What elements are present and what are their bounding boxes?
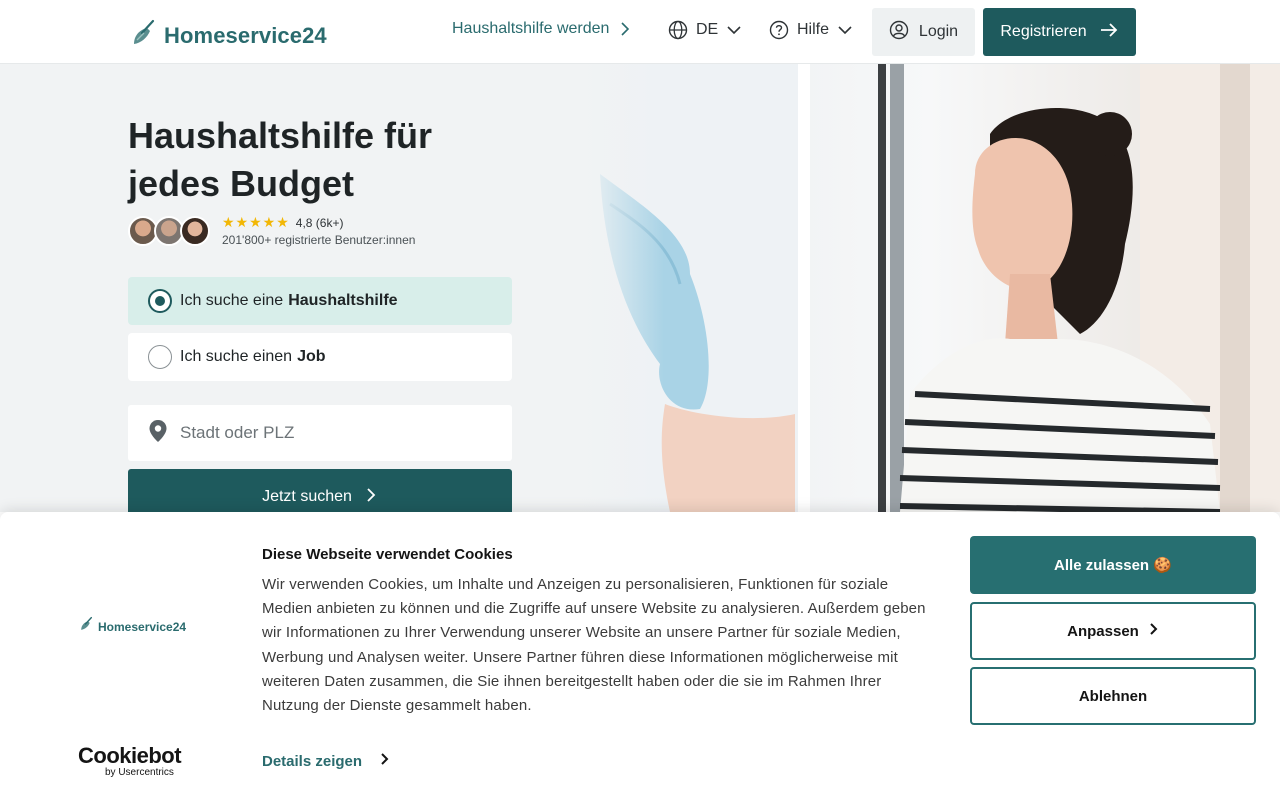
hero-title-line-2: jedes Budget xyxy=(128,163,355,204)
decline-label: Ablehnen xyxy=(1078,687,1148,705)
cookie-details-label: Details zeigen xyxy=(262,752,363,770)
rating-info: ★★★★★ 4,8 (6k+) 201'800+ registrierte Be… xyxy=(222,214,415,247)
cookie-details-link[interactable]: Details zeigen xyxy=(262,752,390,770)
hero-photo-woman-cleaning-window xyxy=(580,64,1280,512)
cookie-banner-text: Wir verwenden Cookies, um Inhalte und An… xyxy=(262,576,926,715)
choice-helper-bold: Haushaltshilfe xyxy=(288,292,398,309)
register-button[interactable]: Registrieren xyxy=(983,8,1136,56)
help-label: Hilfe xyxy=(797,21,830,38)
cookiebot-name: Cookiebot xyxy=(78,743,182,768)
user-avatars xyxy=(128,215,210,246)
search-button[interactable]: Jetzt suchen xyxy=(128,469,512,512)
avatar xyxy=(180,215,210,246)
nav-become-helper-label: Haushaltshilfe werden xyxy=(452,20,610,37)
registered-users-count: 201'800+ registrierte Benutzer:innen xyxy=(222,233,416,247)
user-circle-icon xyxy=(889,20,909,45)
chevron-right-icon xyxy=(364,487,378,508)
site-header: Homeservice24 Haushaltshilfe werden DE H… xyxy=(0,0,1280,64)
choice-job-prefix: Ich suche einen xyxy=(180,348,293,365)
help-menu[interactable]: Hilfe xyxy=(769,20,853,40)
choice-helper-prefix: Ich suche eine xyxy=(180,292,284,309)
hero-title-line-1: Haushaltshilfe für xyxy=(128,115,433,156)
customize-label: Anpassen xyxy=(1067,622,1139,640)
cookiebot-sub: by Usercentrics xyxy=(105,767,174,778)
broom-leaf-icon xyxy=(78,616,94,637)
nav-become-helper[interactable]: Haushaltshilfe werden xyxy=(452,20,633,38)
chevron-right-icon xyxy=(617,21,633,37)
cookie-banner-logo-text: Homeservice24 xyxy=(98,619,187,634)
cookie-banner-title: Diese Webseite verwendet Cookies xyxy=(262,546,513,563)
chevron-down-icon xyxy=(726,22,742,38)
brand-logo[interactable]: Homeservice24 xyxy=(128,18,327,53)
language-label: DE xyxy=(696,21,719,38)
broom-leaf-icon xyxy=(128,18,158,53)
choice-looking-for-helper[interactable]: Ich suche eine Haushaltshilfe xyxy=(128,277,512,325)
allow-all-label: Alle zulassen 🍪 xyxy=(1054,557,1172,574)
globe-icon xyxy=(668,20,688,40)
rating-summary: ★★★★★ 4,8 (6k+) 201'800+ registrierte Be… xyxy=(128,214,415,247)
cookiebot-logo[interactable]: Cookiebot by Usercentrics xyxy=(78,743,182,778)
chevron-down-icon xyxy=(837,22,853,38)
language-selector[interactable]: DE xyxy=(668,20,742,40)
radio-unselected[interactable] xyxy=(148,345,172,369)
arrow-right-icon xyxy=(1099,20,1119,45)
allow-all-cookies-button[interactable]: Alle zulassen 🍪 xyxy=(970,536,1256,594)
chevron-right-icon xyxy=(1149,622,1159,640)
decline-cookies-button[interactable]: Ablehnen xyxy=(970,667,1256,725)
location-field[interactable] xyxy=(128,405,512,461)
cookie-banner-brand-logo: Homeservice24 xyxy=(78,616,186,637)
choice-looking-for-job[interactable]: Ich suche einen Job xyxy=(128,333,512,381)
hero-section: Haushaltshilfe für jedes Budget ★★★★★ 4,… xyxy=(0,64,1280,512)
stars-row: ★★★★★ 4,8 (6k+) xyxy=(222,214,415,231)
search-button-label: Jetzt suchen xyxy=(262,488,352,505)
login-button[interactable]: Login xyxy=(872,8,975,56)
brand-logo-text: Homeservice24 xyxy=(164,22,327,48)
hero-title: Haushaltshilfe für jedes Budget xyxy=(128,112,528,208)
radio-selected[interactable] xyxy=(148,289,172,313)
star-rating-icon: ★★★★★ xyxy=(222,214,290,230)
rating-value: 4,8 (6k+) xyxy=(295,215,344,230)
register-label: Registrieren xyxy=(1000,23,1087,40)
cookie-consent-banner: Homeservice24 Cookiebot by Usercentrics … xyxy=(0,512,1280,800)
location-input[interactable] xyxy=(180,423,480,443)
map-pin-icon xyxy=(148,419,168,448)
choice-job-bold: Job xyxy=(297,348,326,365)
question-circle-icon xyxy=(769,20,789,40)
customize-cookies-button[interactable]: Anpassen xyxy=(970,602,1256,660)
chevron-right-icon xyxy=(380,752,390,770)
login-label: Login xyxy=(918,23,959,40)
